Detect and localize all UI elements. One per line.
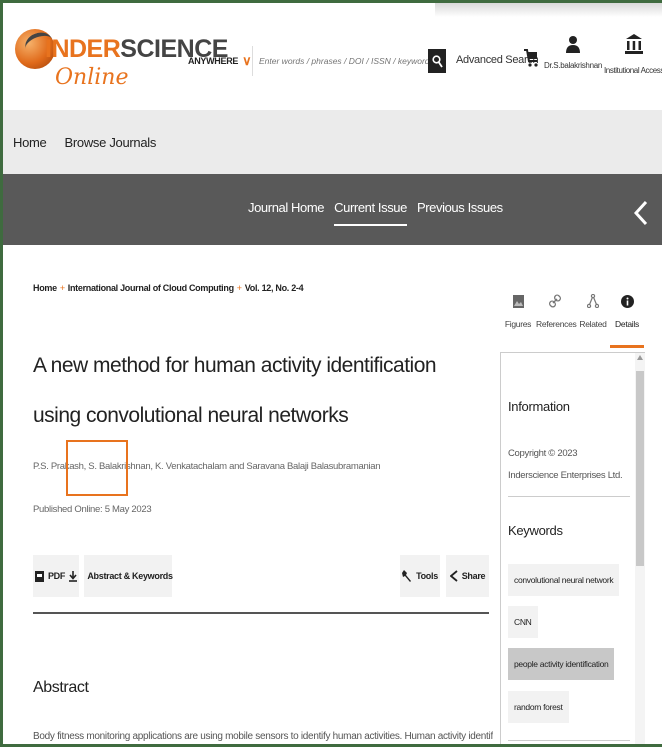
abstract-keywords-label: Abstract & Keywords [87, 571, 173, 581]
breadcrumb: Home + International Journal of Cloud Comp… [33, 283, 304, 293]
tab-figures-label: Figures [504, 319, 532, 329]
site-header: INDERSCIENCE Online ANYWHERE ∨ Advanced … [3, 3, 662, 108]
pdf-label: PDF [47, 571, 66, 581]
pdf-button[interactable]: PDF [33, 555, 79, 597]
share-toggle-button[interactable] [633, 200, 648, 232]
abstract-keywords-button[interactable]: Abstract & Keywords [84, 555, 173, 597]
keyword-tag[interactable]: CNN [508, 606, 538, 638]
side-tabs: Figures References Related Details [503, 287, 645, 349]
breadcrumb-separator: + [59, 283, 65, 293]
chevron-down-icon: ∨ [242, 53, 252, 68]
tab-details[interactable]: Details [610, 287, 644, 349]
keyword-tag[interactable]: people activity identification [508, 648, 615, 680]
institutional-access-button[interactable]: Institutional Access [603, 33, 662, 88]
tools-button[interactable]: Tools [400, 555, 440, 597]
share-label: Share [461, 571, 486, 581]
cart-button[interactable] [523, 46, 539, 72]
panel-divider [508, 496, 630, 497]
secondary-nav: Home Browse Journals [3, 110, 662, 174]
active-tab-indicator [610, 345, 644, 348]
share-button[interactable]: Share [446, 555, 489, 597]
header-shadow [435, 3, 662, 17]
journal-home-link[interactable]: Journal Home [248, 200, 325, 226]
search-icon [431, 54, 443, 68]
breadcrumb-home[interactable]: Home [33, 283, 57, 293]
image-icon [512, 294, 524, 308]
user-name-label: Dr.S.balakrishnan [543, 61, 603, 70]
copyright-text: Copyright © 2023 Inderscience Enterprise… [508, 448, 623, 481]
journal-nav-links: Journal Home Current Issue Previous Issu… [248, 200, 503, 226]
download-icon [69, 570, 78, 582]
nav-home-link[interactable]: Home [13, 135, 47, 150]
current-issue-link[interactable]: Current Issue [334, 200, 407, 226]
tab-related[interactable]: Related [578, 287, 608, 349]
institution-icon [625, 34, 643, 54]
breadcrumb-separator: + [236, 283, 242, 293]
search-scope-label: ANYWHERE [188, 56, 239, 66]
inderscience-logo[interactable]: INDERSCIENCE Online [15, 23, 228, 103]
nav-browse-journals-link[interactable]: Browse Journals [64, 135, 156, 150]
abstract-heading: Abstract [33, 679, 89, 696]
user-icon [566, 36, 580, 53]
tools-label: Tools [416, 571, 438, 581]
scroll-up-arrow[interactable] [637, 355, 643, 360]
logo-subtitle: Online [55, 65, 129, 90]
tab-related-label: Related [579, 319, 607, 329]
keyword-tag[interactable]: convolutional neural network [508, 564, 620, 596]
tab-figures[interactable]: Figures [503, 287, 533, 349]
search-input[interactable] [252, 46, 428, 76]
keyword-tag[interactable]: random forest [508, 691, 569, 723]
search-bar: ANYWHERE ∨ [182, 46, 450, 76]
breadcrumb-journal[interactable]: International Journal of Cloud Computing [68, 283, 234, 293]
pdf-icon [34, 570, 44, 582]
institutional-access-label: Institutional Access [603, 66, 662, 75]
share-icon [449, 570, 458, 582]
panel-divider [508, 740, 630, 741]
page-frame: INDERSCIENCE Online ANYWHERE ∨ Advanced … [0, 0, 662, 747]
journal-nav-bar: Journal Home Current Issue Previous Issu… [3, 174, 662, 245]
abstract-text: Body fitness monitoring applications are… [33, 731, 493, 742]
breadcrumb-volume[interactable]: Vol. 12, No. 2-4 [245, 283, 304, 293]
article-title: A new method for human activity identifi… [33, 354, 437, 427]
information-heading: Information [508, 399, 570, 414]
tab-references-label: References [536, 319, 577, 329]
link-icon [549, 294, 561, 308]
author-highlight-box [66, 440, 128, 496]
cart-icon [524, 49, 538, 67]
share-icon [633, 200, 648, 226]
tab-details-label: Details [615, 319, 639, 329]
search-scope-select[interactable]: ANYWHERE ∨ [182, 46, 252, 76]
wrench-icon [402, 570, 412, 582]
info-icon [620, 294, 634, 308]
keywords-heading: Keywords [508, 523, 563, 538]
search-button[interactable] [428, 49, 446, 73]
published-date: Published Online: 5 May 2023 [33, 504, 152, 515]
tab-references[interactable]: References [536, 287, 577, 349]
previous-issues-link[interactable]: Previous Issues [417, 200, 503, 226]
user-account-button[interactable]: Dr.S.balakrishnan [543, 35, 603, 90]
panel-scrollbar-thumb[interactable] [636, 371, 644, 566]
network-icon [587, 294, 599, 308]
content-divider [33, 612, 489, 614]
